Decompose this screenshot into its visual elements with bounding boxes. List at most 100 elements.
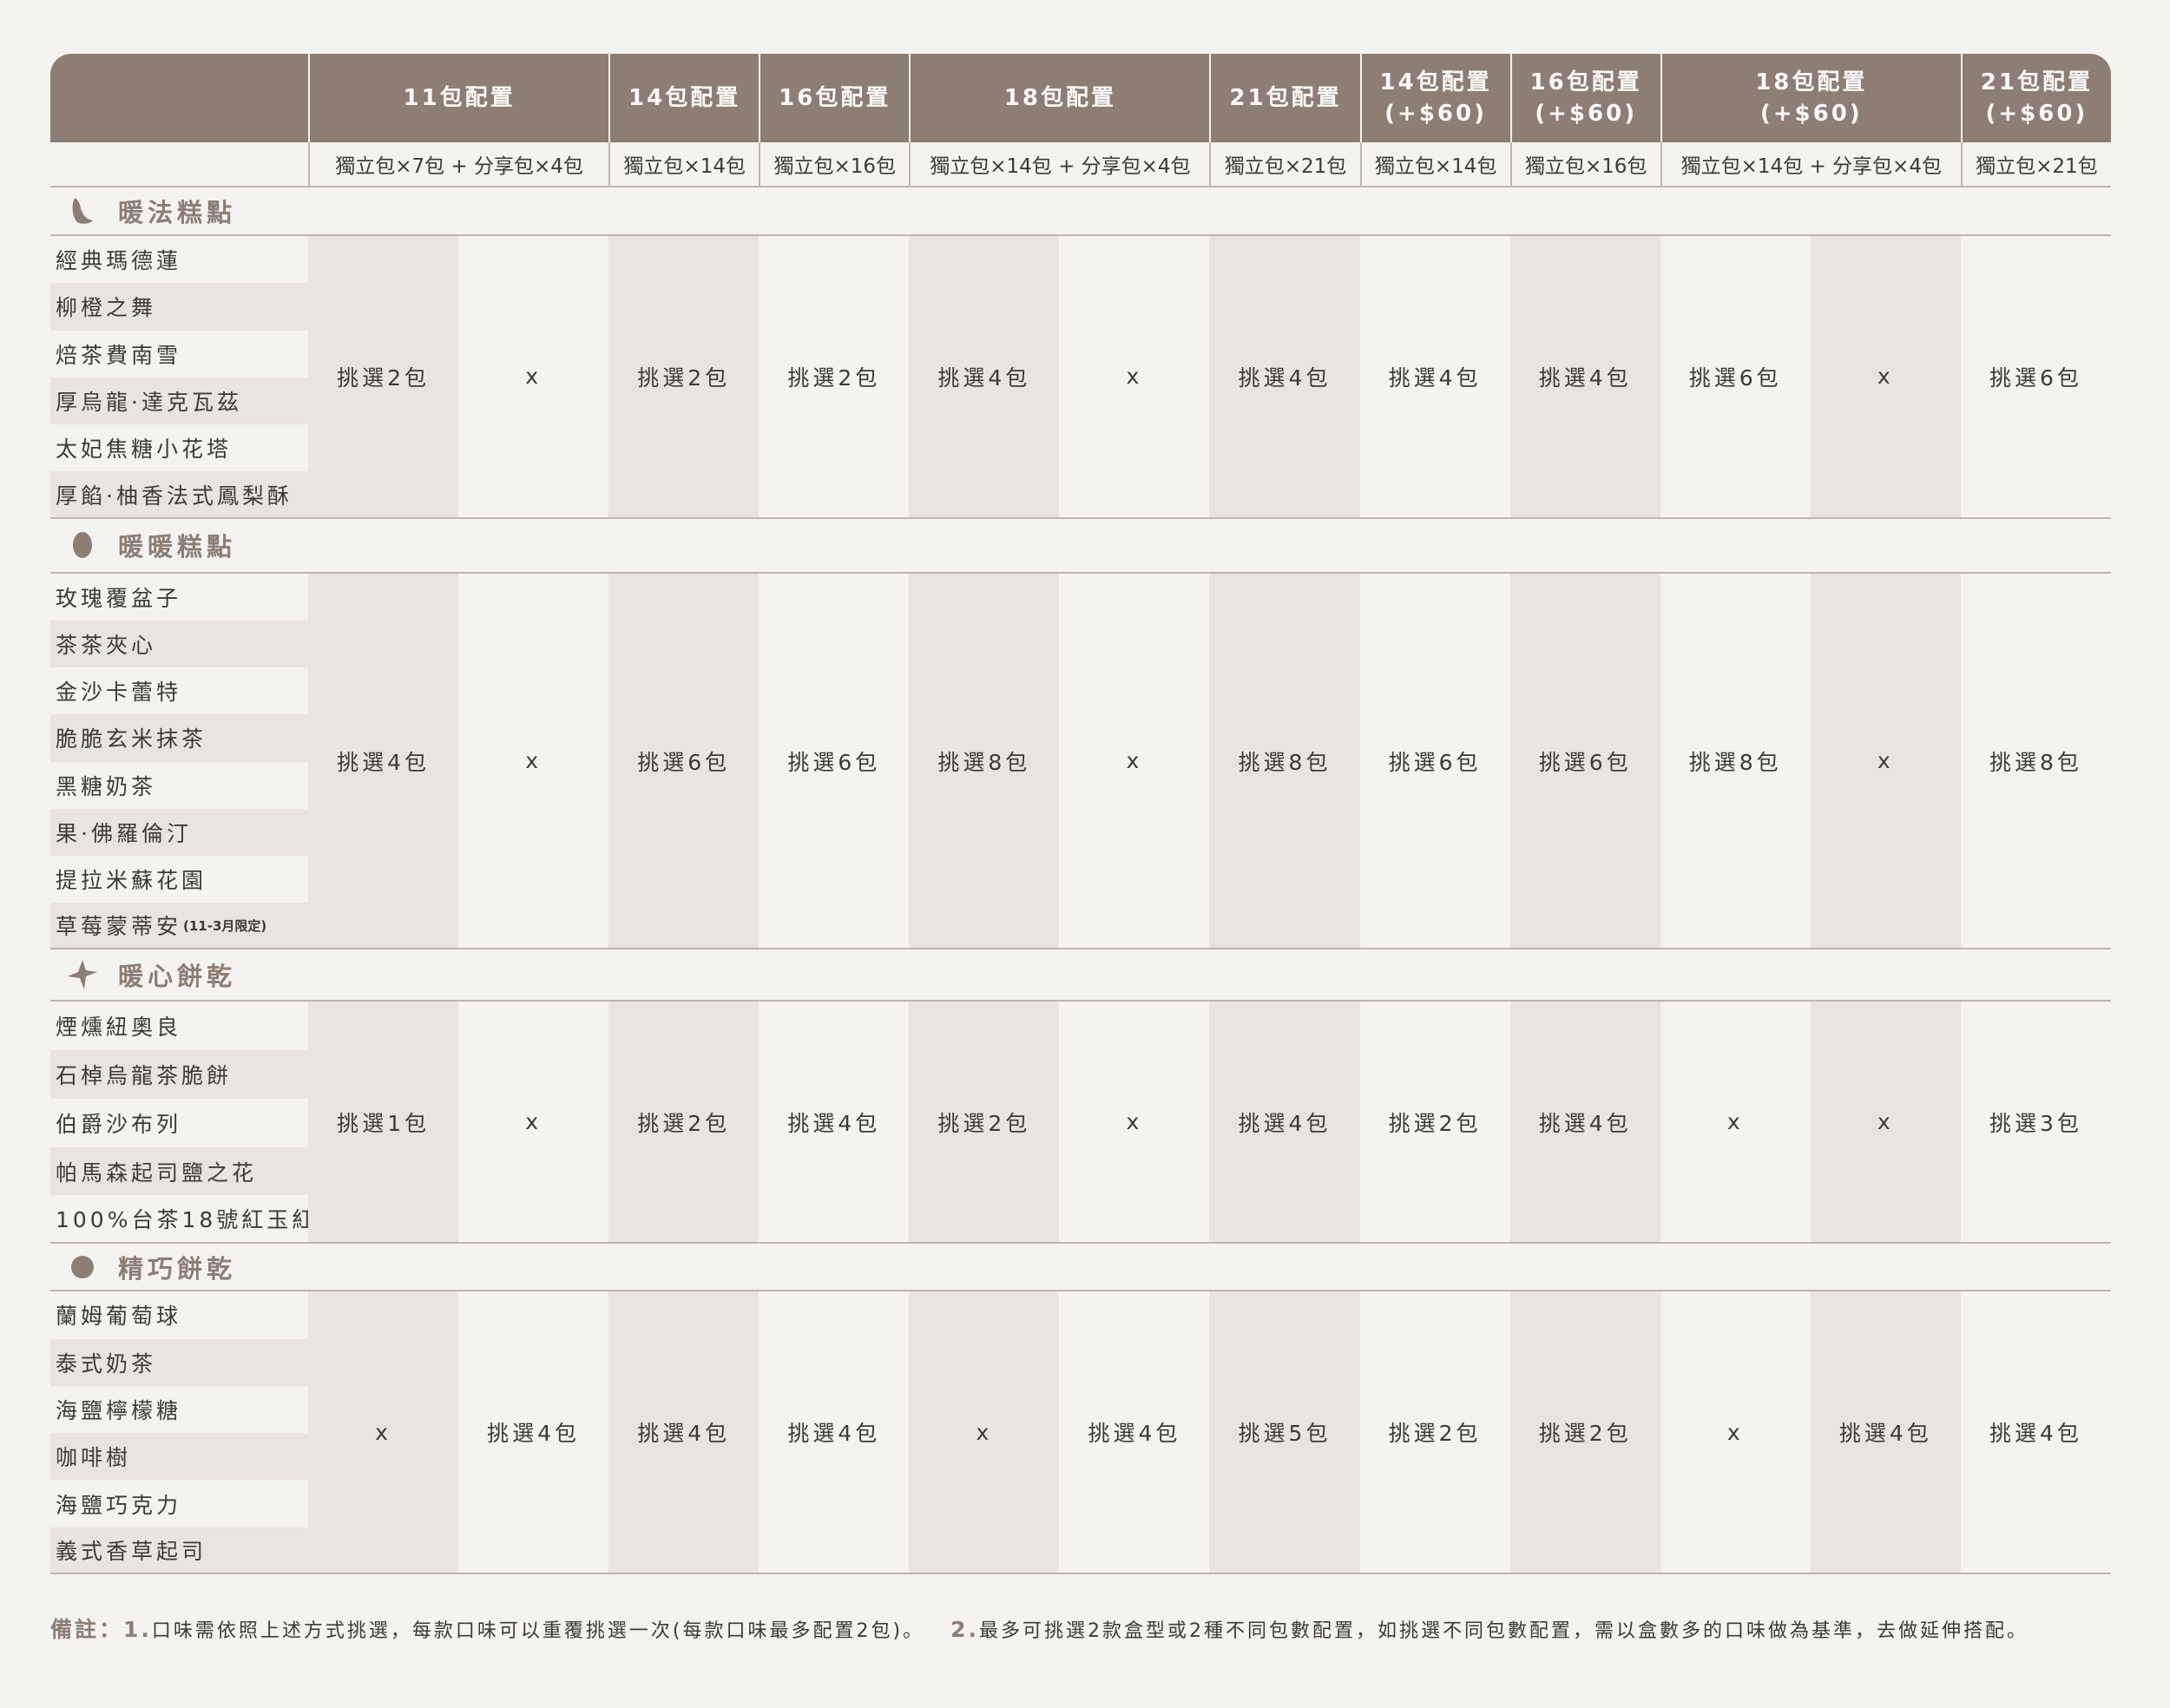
footer-notes: 備註：1.口味需依照上述方式挑選，每款口味可以重覆挑選一次(每款口味最多配置2包… xyxy=(50,1613,2134,1644)
selection-cell: 挑選6包 xyxy=(608,573,760,950)
column-spec: 獨立包×14包 + 分享包×4包 xyxy=(1660,142,1961,187)
flavor-name: 脆脆玄米抹茶 xyxy=(56,726,207,752)
selection-cell: 挑選1包 xyxy=(308,1002,459,1245)
flavor-item: 提拉米蘇花園 xyxy=(50,856,308,903)
selection-cell: 挑選2包 xyxy=(1359,1002,1510,1245)
flavor-item: 黑糖奶茶 xyxy=(50,762,308,809)
selection-cell: 挑選5包 xyxy=(1209,1291,1360,1575)
selection-cell: x xyxy=(1059,574,1210,950)
footer-note-1-number: 1. xyxy=(123,1617,152,1642)
flavor-item: 脆脆玄米抹茶 xyxy=(50,714,308,762)
footer-note-1: 口味需依照上述方式挑選，每款口味可以重覆挑選一次(每款口味最多配置2包)。 xyxy=(151,1620,925,1642)
flavor-item: 海鹽巧克力 xyxy=(50,1480,308,1527)
round-cookie-icon xyxy=(57,1254,108,1280)
selection-cell: 挑選2包 xyxy=(1359,1291,1510,1575)
flavor-name: 厚烏龍·達克瓦茲 xyxy=(56,390,242,416)
selection-cell: x xyxy=(458,574,609,950)
column-header: 11包配置 xyxy=(308,54,609,142)
section-header: 暖心餅乾 xyxy=(50,949,2111,1002)
column-header: 16包配置 (+$60) xyxy=(1509,54,1660,142)
column-header-line: 21包配置 xyxy=(1229,85,1342,111)
selection-cell: 挑選3包 xyxy=(1960,1002,2111,1245)
flavor-item: 焙茶費南雪 xyxy=(50,331,308,378)
flavor-name: 茶茶夾心 xyxy=(56,633,157,659)
selection-cell: 挑選4包 xyxy=(909,236,1060,519)
selection-cell: 挑選4包 xyxy=(1359,236,1510,519)
flavor-item: 咖啡樹 xyxy=(50,1433,308,1481)
spec-corner xyxy=(50,142,308,187)
selection-cell: 挑選2包 xyxy=(909,1002,1060,1245)
column-spec: 獨立包×21包 xyxy=(1209,142,1360,187)
flavor-name: 黑糖奶茶 xyxy=(56,773,157,799)
clover-cookie-icon xyxy=(57,957,108,992)
section-title: 暖暖糕點 xyxy=(118,532,237,562)
flavor-item: 太妃焦糖小花塔 xyxy=(50,424,308,471)
flavor-item: 蘭姆葡萄球 xyxy=(50,1291,308,1338)
column-header-line: 14包配置 xyxy=(1379,69,1492,95)
flavor-name: 焙茶費南雪 xyxy=(56,342,182,368)
footer-label: 備註： xyxy=(50,1617,124,1642)
column-spec: 獨立包×14包 xyxy=(608,142,760,187)
column-header-line: 16包配置 xyxy=(779,85,891,111)
selection-cell: x xyxy=(909,1291,1060,1575)
oval-cake-icon xyxy=(57,530,108,560)
selection-cell: 挑選2包 xyxy=(608,1002,760,1245)
section-header: 暖法糕點 xyxy=(50,187,2111,236)
column-spec: 獨立包×14包 xyxy=(1359,142,1510,187)
selection-cell: 挑選6包 xyxy=(1359,574,1510,950)
column-spec: 獨立包×14包 + 分享包×4包 xyxy=(909,142,1210,187)
section-title: 精巧餅乾 xyxy=(118,1253,237,1284)
selection-cell: 挑選2包 xyxy=(308,236,459,519)
selection-cell: 挑選4包 xyxy=(759,1291,910,1575)
column-header: 21包配置 xyxy=(1209,54,1360,142)
flavor-name: 金沙卡蕾特 xyxy=(56,680,182,706)
footer-note-2: 最多可挑選2款盒型或2種不同包數配置，如挑選不同包數配置，需以盒數多的口味做為基… xyxy=(978,1620,2029,1642)
croissant-icon xyxy=(57,196,108,226)
flavor-item: 伯爵沙布列 xyxy=(50,1099,308,1147)
flavor-name: 咖啡樹 xyxy=(56,1445,132,1471)
selection-cell: x xyxy=(308,1291,459,1575)
flavor-name: 果·佛羅倫汀 xyxy=(56,820,192,846)
flavor-item: 厚烏龍·達克瓦茲 xyxy=(50,377,308,425)
flavor-name: 太妃焦糖小花塔 xyxy=(56,437,233,463)
flavor-name: 煙燻紐奧良 xyxy=(56,1015,182,1041)
flavor-name: 玫瑰覆盆子 xyxy=(56,585,182,611)
selection-cell: 挑選2包 xyxy=(759,236,910,519)
column-header-line: 11包配置 xyxy=(403,85,516,111)
flavor-name: 帕馬森起司鹽之花 xyxy=(56,1159,258,1186)
column-spec: 獨立包×16包 xyxy=(1509,142,1660,187)
column-header: 18包配置 (+$60) xyxy=(1660,54,1961,142)
flavor-name: 石棹烏龍茶脆餅 xyxy=(56,1062,233,1088)
selection-cell: 挑選6包 xyxy=(1509,573,1660,950)
selection-cell: 挑選8包 xyxy=(909,573,1060,950)
column-header-line: 14包配置 xyxy=(628,85,741,111)
flavor-item: 茶茶夾心 xyxy=(50,620,308,668)
selection-cell: 挑選4包 xyxy=(1209,1002,1360,1245)
flavor-item: 金沙卡蕾特 xyxy=(50,667,308,714)
selection-cell: 挑選4包 xyxy=(1810,1291,1961,1575)
column-spec: 獨立包×7包 + 分享包×4包 xyxy=(308,142,609,187)
flavor-item: 海鹽檸檬糖 xyxy=(50,1386,308,1433)
column-header: 14包配置 xyxy=(608,54,760,142)
column-header: 21包配置 (+$60) xyxy=(1960,54,2111,142)
selection-cell: 挑選6包 xyxy=(759,574,910,950)
selection-cell: 挑選2包 xyxy=(608,236,760,519)
header-corner xyxy=(50,54,308,142)
selection-cell: 挑選2包 xyxy=(1509,1291,1660,1575)
column-header: 14包配置 (+$60) xyxy=(1359,54,1510,142)
flavor-item: 果·佛羅倫汀 xyxy=(50,808,308,856)
flavor-name: 蘭姆葡萄球 xyxy=(56,1304,182,1330)
selection-cell: 挑選4包 xyxy=(608,1291,760,1575)
column-header: 18包配置 xyxy=(909,54,1210,142)
footer-note-2-number: 2. xyxy=(950,1617,979,1642)
column-header-line: (+$60) xyxy=(1985,101,2088,127)
column-header-line: (+$60) xyxy=(1535,101,1638,127)
column-header-line: (+$60) xyxy=(1384,101,1487,127)
section-header: 暖暖糕點 xyxy=(50,519,2111,574)
flavor-item: 石棹烏龍茶脆餅 xyxy=(50,1050,308,1099)
flavor-name: 海鹽檸檬糖 xyxy=(56,1398,182,1423)
flavor-name: 義式香草起司 xyxy=(56,1538,207,1564)
flavor-name: 柳橙之舞 xyxy=(56,295,157,321)
configuration-table: 11包配置獨立包×7包 + 分享包×4包 14包配置獨立包×14包 16包配置獨立包… xyxy=(50,54,2111,1575)
column-header-line: (+$60) xyxy=(1759,101,1863,127)
